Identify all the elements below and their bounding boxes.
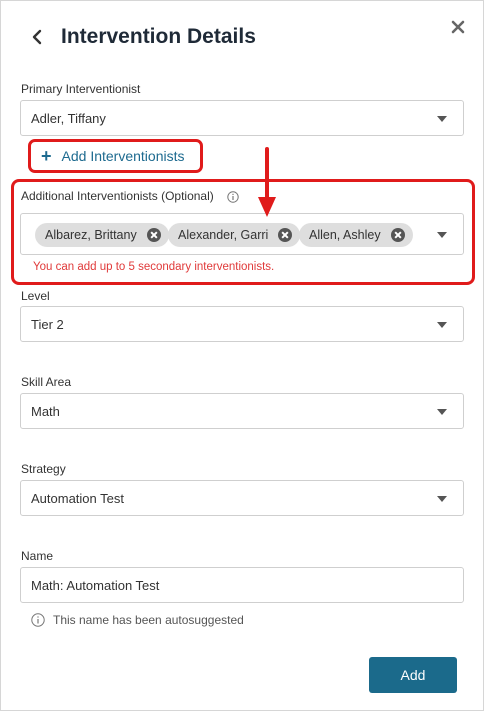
skill-area-select[interactable]: Math <box>20 393 464 429</box>
autosuggest-note: This name has been autosuggested <box>31 613 244 627</box>
primary-interventionist-value: Adler, Tiffany <box>31 110 106 126</box>
caret-down-icon <box>437 322 447 328</box>
level-value: Tier 2 <box>31 316 64 332</box>
chip-label: Alexander, Garri <box>178 228 269 242</box>
interventionist-chip: Albarez, Brittany <box>35 223 169 247</box>
add-interventionists-label: Add Interventionists <box>61 148 185 164</box>
remove-chip-icon[interactable] <box>390 228 405 242</box>
strategy-value: Automation Test <box>31 490 124 506</box>
page-title: Intervention Details <box>61 25 256 48</box>
remove-chip-icon[interactable] <box>146 228 161 242</box>
skill-area-value: Math <box>31 403 60 419</box>
interventionist-chip: Alexander, Garri <box>168 223 301 247</box>
strategy-select[interactable]: Automation Test <box>20 480 464 516</box>
name-input[interactable]: Math: Automation Test <box>20 567 464 603</box>
additional-interventionists-label: Additional Interventionists (Optional) <box>21 189 239 203</box>
primary-interventionist-label: Primary Interventionist <box>21 82 141 96</box>
interventionist-chip: Allen, Ashley <box>299 223 413 247</box>
max-interventionists-error: You can add up to 5 secondary interventi… <box>33 261 275 273</box>
intervention-details-panel: Intervention Details Primary Interventio… <box>0 0 484 711</box>
name-label: Name <box>21 549 54 563</box>
caret-down-icon <box>437 409 447 415</box>
plus-icon: + <box>41 146 52 166</box>
name-value: Math: Automation Test <box>31 577 160 593</box>
level-select[interactable]: Tier 2 <box>20 306 464 342</box>
remove-chip-icon[interactable] <box>278 228 293 242</box>
add-button[interactable]: Add <box>369 657 457 693</box>
close-icon[interactable] <box>449 18 467 36</box>
additional-interventionists-label-text: Additional Interventionists (Optional) <box>21 189 214 203</box>
chevron-left-icon[interactable] <box>29 28 47 46</box>
annotation-arrow-icon <box>258 147 276 217</box>
chip-label: Albarez, Brittany <box>45 228 137 242</box>
chip-label: Allen, Ashley <box>309 228 381 242</box>
skill-area-label: Skill Area <box>21 375 72 389</box>
header: Intervention Details <box>29 23 256 51</box>
level-label: Level <box>21 289 50 303</box>
primary-interventionist-select[interactable]: Adler, Tiffany <box>20 100 464 136</box>
strategy-label: Strategy <box>21 462 66 476</box>
caret-down-icon <box>437 496 447 502</box>
add-interventionists-button[interactable]: + Add Interventionists <box>28 139 203 173</box>
autosuggest-note-text: This name has been autosuggested <box>53 613 244 627</box>
additional-interventionists-multiselect[interactable]: Albarez, Brittany Alexander, Garri Allen… <box>20 213 464 255</box>
caret-down-icon <box>437 232 447 238</box>
info-icon <box>31 613 45 627</box>
caret-down-icon <box>437 116 447 122</box>
info-icon[interactable] <box>227 191 239 203</box>
